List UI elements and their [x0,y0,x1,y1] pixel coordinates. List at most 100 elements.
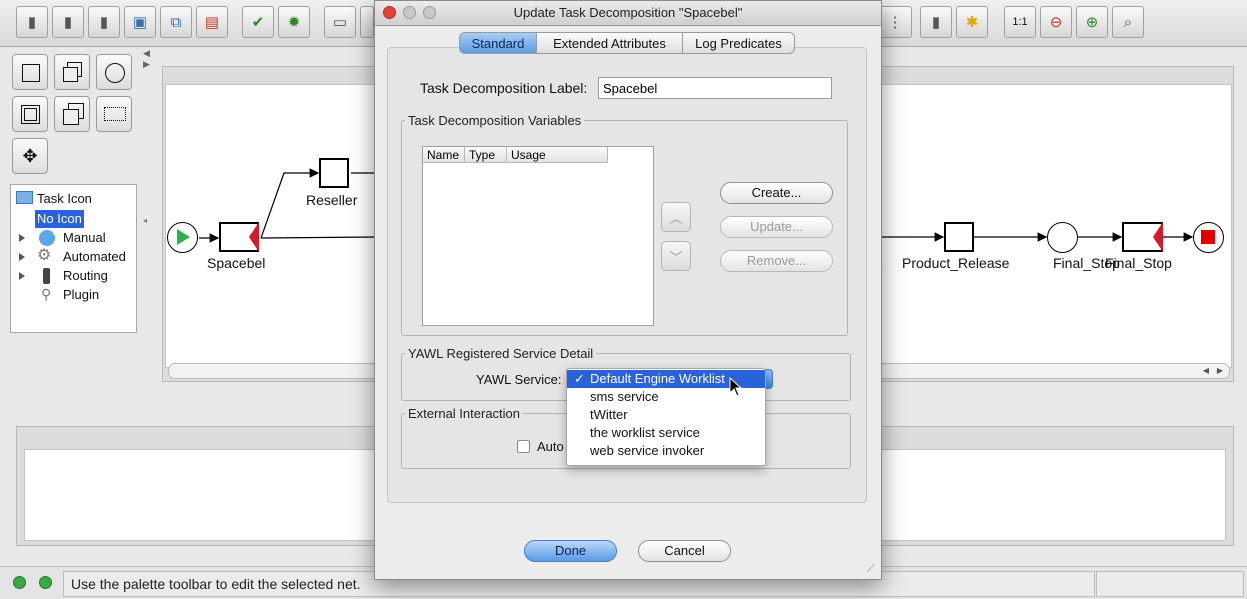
zoom-out-icon[interactable]: ⊖ [1040,6,1072,38]
close-spec-icon[interactable]: ▮ [88,6,120,38]
tree-item-no-icon[interactable]: No Icon [35,210,84,228]
decomposition-label-input[interactable] [598,77,832,99]
done-button[interactable]: Done [524,540,617,562]
condition-tool[interactable] [96,54,132,90]
chevron-up-icon: ︿ [669,210,683,226]
task-label: Product_Release [902,255,1010,271]
input-condition[interactable] [167,222,198,253]
task-spacebel[interactable] [219,222,259,252]
service-option[interactable]: web service invoker [567,442,765,460]
output-condition[interactable] [1193,222,1224,253]
net-background-icon[interactable]: ▮ [920,6,952,38]
add-net-icon[interactable]: ▭ [324,6,356,38]
automatic-checkbox-label: Auto [537,439,564,454]
close-all-icon[interactable]: ▤ [196,6,228,38]
dialog-titlebar[interactable]: Update Task Decomposition "Spacebel" [375,1,881,26]
task-icon-tree: Task Icon No Icon Manual ⚙ Automated Rou… [10,184,137,333]
tree-item-label: Routing [63,268,108,283]
option-label: tWitter [590,407,628,422]
collapse-left-icon[interactable]: ◀ [143,48,150,59]
status-progress-box [1096,571,1244,597]
move-up-button[interactable]: ︿ [661,202,691,232]
button-label: Create... [751,185,802,200]
resize-grip-icon[interactable]: ⟋ [867,563,875,576]
zoom-selection-icon[interactable]: ⌕ [1112,6,1144,38]
tree-item-label: Manual [63,230,106,245]
save-icon[interactable]: ▣ [124,6,156,38]
analyse-icon[interactable]: ✹ [278,6,310,38]
update-task-decomposition-dialog: Update Task Decomposition "Spacebel" Sta… [374,0,882,580]
expand-right-icon[interactable]: ▶ [143,59,150,70]
service-option[interactable]: the worklist service [567,424,765,442]
task-label: Reseller [306,192,358,208]
validate-icon[interactable]: ✔ [242,6,274,38]
yawl-service-label: YAWL Service: [476,372,562,387]
element-palette: ✥ [6,50,140,180]
multiple-atomic-task-tool[interactable] [54,54,90,90]
tree-item-label: Plugin [63,287,100,302]
column-header-usage[interactable]: Usage [507,147,608,163]
stop-square-icon [1201,230,1215,244]
task-final-stop[interactable] [1122,222,1163,252]
variables-table[interactable]: Name Type Usage [422,146,654,326]
zoom-reset-label: 1:1 [1012,16,1028,28]
mouse-cursor-icon [729,377,743,397]
scroll-left-icon[interactable]: ◀ [1203,366,1209,375]
split-decorator-icon [1153,222,1163,252]
align-icon[interactable]: ⋮ [878,6,912,38]
automatic-checkbox[interactable] [517,440,530,453]
tab-label: Extended Attributes [553,36,666,51]
cancel-set-icon[interactable]: ✱ [956,6,988,38]
service-option[interactable]: tWitter [567,406,765,424]
tab-extended-attributes[interactable]: Extended Attributes [536,32,683,54]
move-tool-icon[interactable]: ✥ [12,138,48,174]
status-ok-icon [39,576,52,589]
remove-variable-button[interactable]: Remove... [720,250,833,272]
column-header-type[interactable]: Type [465,147,507,163]
new-spec-icon[interactable]: ▮ [16,6,48,38]
tree-root-label: Task Icon [37,191,92,206]
splitter-handle-icon[interactable]: ◂ [143,216,147,225]
tree-item-routing[interactable]: Routing [11,267,136,285]
tree-item-manual[interactable]: Manual [11,229,136,247]
toolbar-partial-icon[interactable] [360,6,374,38]
variables-group-title: Task Decomposition Variables [405,113,585,128]
button-label: Done [554,543,587,558]
traffic-light-icon [43,268,50,284]
decomposition-label-caption: Task Decomposition Label: [420,80,588,96]
composite-task-tool[interactable] [12,96,48,132]
column-header-name[interactable]: Name [423,147,465,163]
tree-root[interactable]: Task Icon [16,190,92,208]
chevron-down-icon: ﹀ [669,249,683,265]
option-label: web service invoker [590,443,705,458]
create-variable-button[interactable]: Create... [720,182,833,204]
tab-log-predicates[interactable]: Log Predicates [682,32,795,54]
task-product-release[interactable] [944,222,974,252]
task-label: Final_Stop [1105,255,1172,271]
tree-item-plugin[interactable]: ⚲ Plugin [11,286,136,304]
zoom-in-icon[interactable]: ⊕ [1076,6,1108,38]
expand-icon[interactable] [19,253,25,261]
cancel-button[interactable]: Cancel [638,540,731,562]
tree-item-automated[interactable]: ⚙ Automated [11,247,136,266]
expand-icon[interactable] [19,272,25,280]
expand-icon[interactable] [19,234,25,242]
task-label: Spacebel [207,255,266,271]
gears-icon: ⚙ [37,247,52,264]
open-spec-icon[interactable]: ▮ [52,6,84,38]
save-as-icon[interactable]: ⧉ [160,6,192,38]
manual-person-icon [39,230,55,246]
tab-standard[interactable]: Standard [459,32,537,54]
move-down-button[interactable]: ﹀ [661,241,691,271]
atomic-task-tool[interactable] [12,54,48,90]
button-label: Remove... [746,253,807,268]
checkmark-icon: ✓ [574,371,585,386]
multiple-composite-task-tool[interactable] [54,96,90,132]
zoom-reset-icon[interactable]: 1:1 [1004,6,1036,38]
task-reseller[interactable] [319,158,349,188]
scroll-right-icon[interactable]: ▶ [1217,366,1223,375]
marquee-selection-tool[interactable] [96,96,132,132]
update-variable-button[interactable]: Update... [720,216,833,238]
condition-final-stop[interactable] [1047,222,1078,253]
dialog-title: Update Task Decomposition "Spacebel" [513,5,743,20]
